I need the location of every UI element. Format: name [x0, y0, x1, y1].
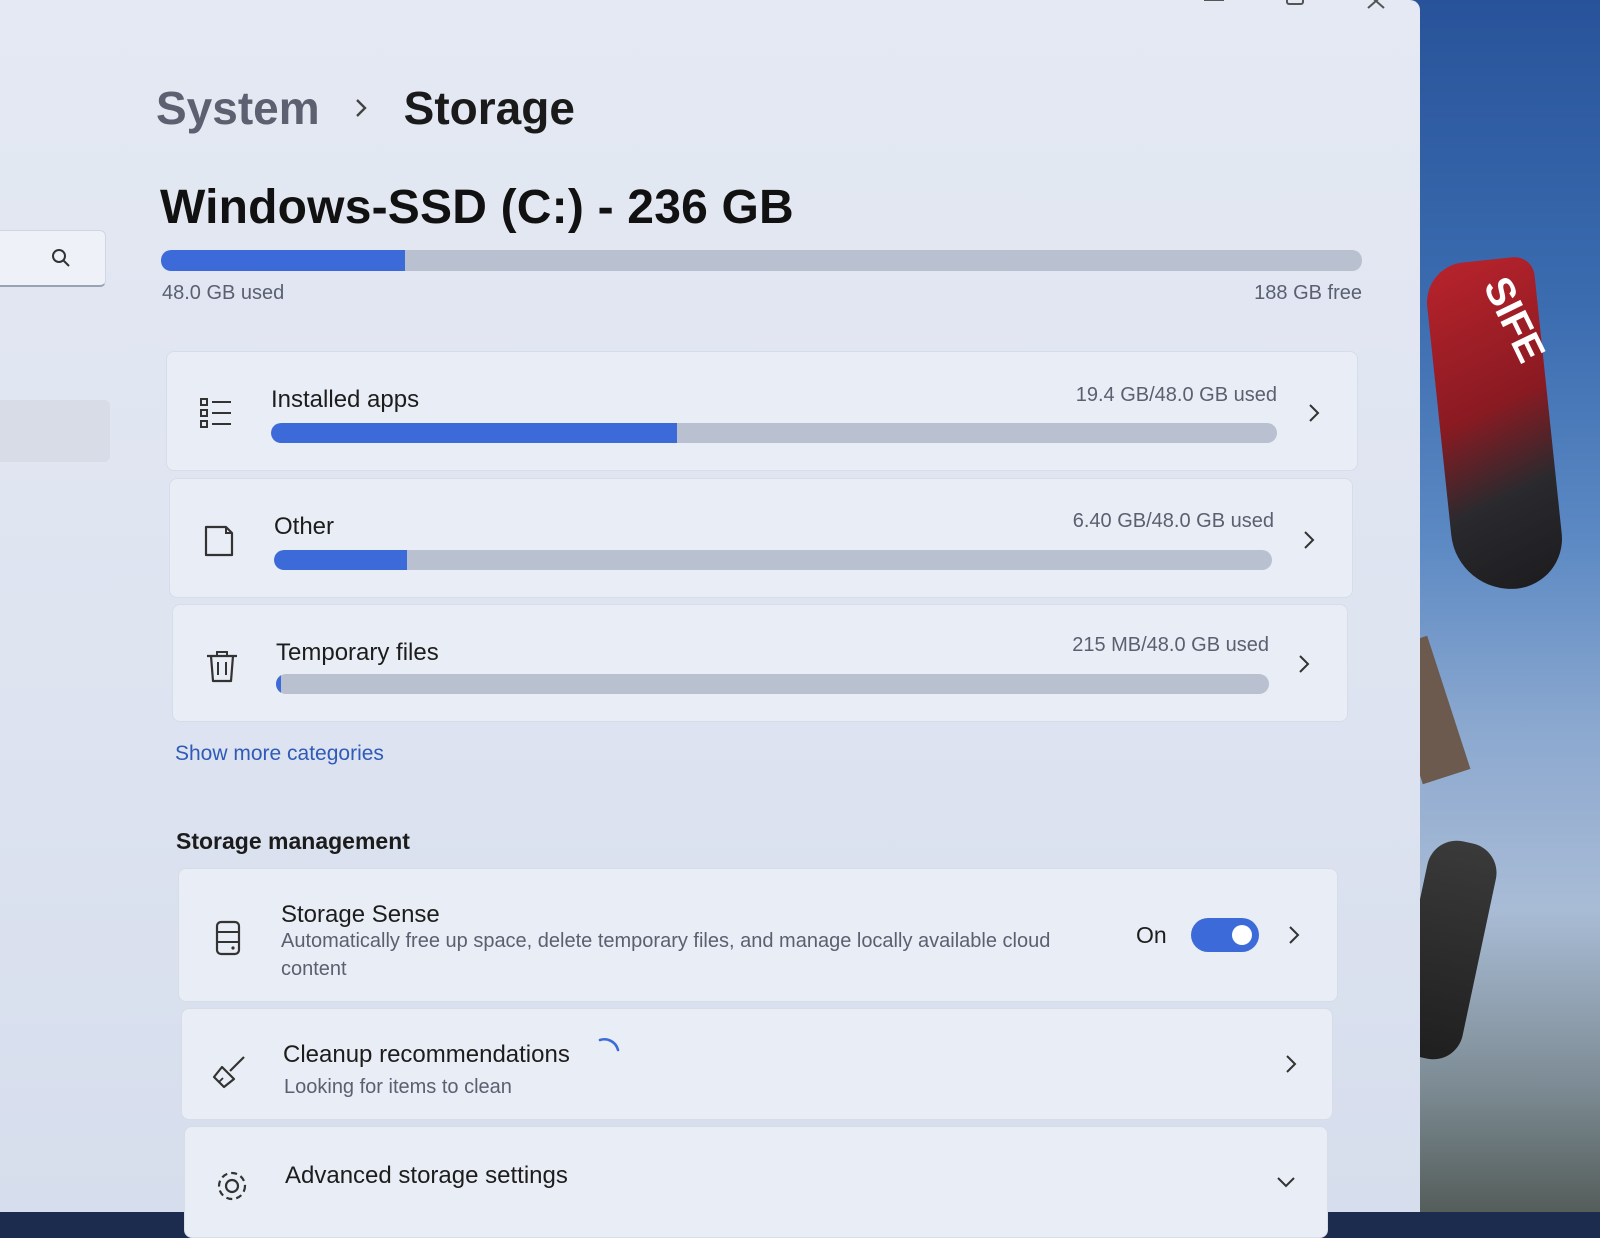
category-label: Other — [274, 513, 335, 540]
category-usage: 215 MB/48.0 GB used — [1072, 634, 1269, 656]
drive-icon — [215, 920, 241, 956]
category-usage: 6.40 GB/48.0 GB used — [1072, 510, 1274, 532]
storage-sense-title: Storage Sense — [281, 901, 440, 928]
drive-usage-bar — [161, 250, 1362, 271]
storage-sense-state: On — [1136, 922, 1167, 948]
chevron-right-icon — [355, 99, 367, 117]
gear-icon — [217, 1171, 247, 1201]
close-icon[interactable] — [1364, 0, 1394, 14]
breadcrumb-parent[interactable]: System — [156, 81, 320, 135]
minimize-icon[interactable] — [1200, 0, 1230, 14]
category-other[interactable]: Other 6.40 GB/48.0 GB used — [169, 478, 1353, 598]
chevron-right-icon — [1304, 531, 1315, 549]
category-temporary-files[interactable]: Temporary files 215 MB/48.0 GB used — [172, 604, 1348, 722]
category-installed-apps[interactable]: Installed apps 19.4 GB/48.0 GB used — [166, 351, 1358, 471]
category-usage-fill — [274, 550, 407, 570]
chevron-right-icon — [1286, 1055, 1297, 1073]
document-icon — [204, 525, 234, 557]
category-label: Installed apps — [271, 386, 420, 413]
settings-window: System Storage Windows-SSD (C:) - 236 GB… — [0, 0, 1420, 1238]
category-usage-fill — [276, 674, 281, 694]
show-more-categories-link[interactable]: Show more categories — [175, 742, 384, 766]
broom-icon — [212, 1056, 245, 1089]
storage-sense-description: Automatically free up space, delete temp… — [281, 930, 1051, 980]
chevron-right-icon — [1309, 404, 1320, 422]
toggle-knob — [1232, 925, 1252, 945]
category-usage-bar — [271, 423, 1277, 443]
breadcrumb: System Storage — [156, 78, 575, 138]
category-usage-bar — [274, 550, 1272, 570]
cleanup-subtitle: Looking for items to clean — [284, 1076, 512, 1098]
loading-spinner-icon — [598, 1038, 620, 1052]
category-label: Temporary files — [276, 639, 439, 666]
cleanup-title: Cleanup recommendations — [283, 1041, 570, 1068]
chevron-down-icon — [1277, 1177, 1295, 1188]
cleanup-recommendations-row[interactable]: Cleanup recommendations Looking for item… — [181, 1008, 1333, 1120]
advanced-storage-settings-row[interactable]: Advanced storage settings — [184, 1126, 1328, 1238]
chevron-right-icon — [1299, 655, 1310, 673]
drive-title: Windows-SSD (C:) - 236 GB — [160, 181, 794, 234]
sidebar-item-system[interactable] — [0, 400, 110, 462]
chevron-right-icon — [1289, 926, 1300, 944]
list-icon — [200, 398, 231, 428]
drive-used-label: 48.0 GB used — [162, 282, 285, 304]
wallpaper-jacket: SIFE — [1423, 255, 1567, 595]
category-usage-fill — [271, 423, 678, 443]
category-usage-bar — [276, 674, 1269, 694]
drive-free-label: 188 GB free — [1254, 282, 1362, 304]
storage-management-heading: Storage management — [176, 828, 410, 854]
maximize-icon[interactable] — [1283, 0, 1313, 14]
search-input[interactable] — [0, 230, 106, 287]
category-usage: 19.4 GB/48.0 GB used — [1075, 384, 1277, 406]
advanced-storage-title: Advanced storage settings — [285, 1162, 568, 1189]
search-icon — [52, 249, 70, 267]
storage-sense-toggle[interactable] — [1191, 918, 1259, 952]
drive-usage-fill — [161, 250, 405, 271]
trash-icon — [207, 651, 237, 683]
page-title: Storage — [403, 82, 575, 134]
wallpaper-lettering: SIFE — [1474, 270, 1554, 370]
